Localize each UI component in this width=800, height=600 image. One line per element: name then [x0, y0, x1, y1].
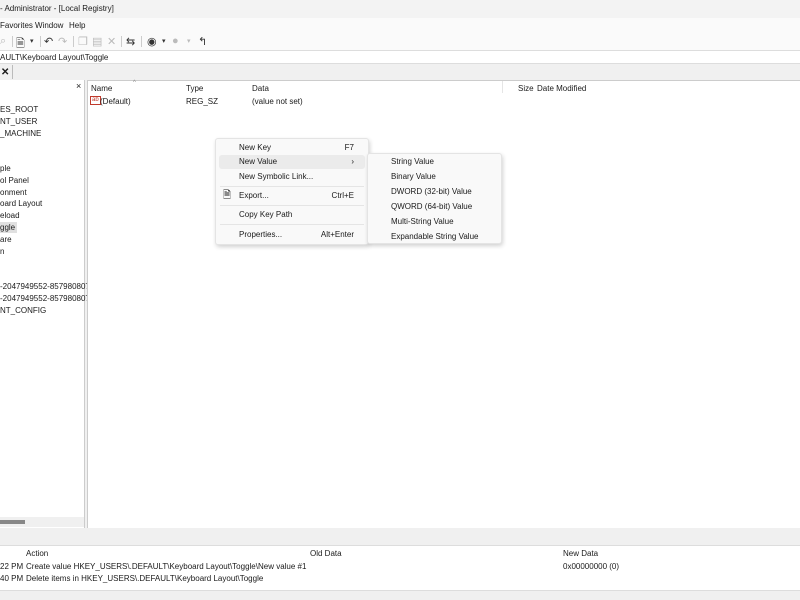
history-row[interactable]: 22 PM Create value HKEY_USERS\.DEFAULT\K…	[0, 561, 800, 573]
tree-item[interactable]: NT_CONFIG	[0, 305, 46, 316]
menu-bar: Favorites Window Help	[0, 18, 800, 33]
tree-item[interactable]: _MACHINE	[0, 128, 41, 139]
chevron-right-icon: ›	[351, 157, 354, 166]
forward-icon[interactable]: ●	[172, 35, 179, 47]
redo-icon[interactable]: ↷	[58, 35, 67, 48]
undo-icon[interactable]: ↶	[44, 35, 53, 48]
menu-label: New Value	[239, 157, 278, 166]
column-header-data[interactable]: Data	[252, 84, 269, 93]
tree-item[interactable]: -2047949552-857980807	[0, 281, 90, 292]
find-icon[interactable]: ⌕	[0, 35, 6, 48]
value-name: (Default)	[100, 97, 131, 106]
history-panel: Action Old Data New Data 22 PM Create va…	[0, 545, 800, 591]
column-header-date-modified[interactable]: Date Modified	[537, 84, 586, 93]
menu-label: Multi-String Value	[391, 217, 454, 226]
menu-favorites[interactable]: Favorites	[0, 21, 33, 30]
new-value-submenu: String Value Binary Value DWORD (32-bit) V…	[367, 153, 502, 244]
menu-label: Binary Value	[391, 172, 436, 181]
submenu-item[interactable]: Multi-String Value	[371, 215, 498, 229]
tree-item[interactable]: ggle	[0, 222, 18, 233]
address-bar[interactable]: AULT\Keyboard Layout\Toggle	[0, 50, 800, 64]
sort-arrow-icon: ^	[133, 80, 136, 86]
toolbar: ⌕ 🗎 ▾ ↶ ↷ ❐ ▤ ✕ ⇆ ◉ ▾ ● ▾ ↰	[0, 33, 800, 50]
title-bar: - Administrator - [Local Registry]	[0, 0, 800, 18]
submenu-item[interactable]: Binary Value	[371, 170, 498, 184]
submenu-item[interactable]: Expandable String Value	[371, 230, 498, 244]
dropdown-arrow-icon[interactable]: ▾	[162, 37, 166, 45]
menu-shortcut: Ctrl+E	[331, 191, 354, 200]
tree-item[interactable]: eload	[0, 210, 20, 221]
tree-item[interactable]: ol Panel	[0, 175, 29, 186]
parent-key-icon[interactable]: ↰	[198, 35, 207, 48]
menu-item-new-key[interactable]: New Key F7	[219, 141, 365, 155]
close-panel-icon[interactable]: ×	[76, 81, 81, 91]
menu-label: DWORD (32-bit) Value	[391, 187, 472, 196]
menu-label: Copy Key Path	[239, 210, 293, 219]
menu-shortcut: F7	[344, 143, 354, 152]
history-time: 40 PM	[0, 574, 24, 583]
menu-label: String Value	[391, 157, 434, 166]
tree-item[interactable]: onment	[0, 187, 27, 198]
tree-item[interactable]: are	[0, 234, 12, 245]
scrollbar-thumb[interactable]	[0, 520, 25, 524]
export-icon: 🗎	[223, 190, 232, 201]
values-list: Name ^ Type Data Size Date Modified ab (…	[87, 80, 800, 528]
history-action: Delete items in HKEY_USERS\.DEFAULT\Keyb…	[26, 574, 264, 583]
menu-label: QWORD (64-bit) Value	[391, 202, 473, 211]
menu-item-new-value[interactable]: New Value ›	[219, 155, 365, 169]
value-type: REG_SZ	[186, 97, 219, 106]
context-menu: New Key F7 New Value › New Symbolic Link..…	[215, 138, 369, 245]
column-header-action[interactable]: Action	[26, 549, 48, 558]
menu-label: New Key	[239, 143, 272, 152]
menu-item-export[interactable]: 🗎 Export... Ctrl+E	[219, 189, 365, 203]
copy-icon[interactable]: ❐	[78, 35, 88, 48]
key-tree-panel: × ES_ROOT NT_USER _MACHINEple ol Panel onmen…	[0, 80, 90, 528]
dropdown-arrow-icon[interactable]: ▾	[187, 37, 191, 45]
dropdown-arrow-icon[interactable]: ▾	[30, 37, 34, 45]
column-header-new-data[interactable]: New Data	[563, 549, 598, 558]
tree-item[interactable]: oard Layout	[0, 198, 42, 209]
horizontal-scrollbar[interactable]	[0, 517, 84, 527]
history-time: 22 PM	[0, 562, 24, 571]
table-row[interactable]: ab (Default) REG_SZ (value not set)	[88, 96, 800, 107]
history-new-data: 0x00000000 (0)	[563, 562, 620, 571]
menu-item-new-symbolic-link[interactable]: New Symbolic Link...	[219, 170, 365, 184]
menu-shortcut: Alt+Enter	[320, 230, 354, 239]
history-row[interactable]: 40 PM Delete items in HKEY_USERS\.DEFAUL…	[0, 573, 800, 585]
tree-item[interactable]: NT_USER	[0, 116, 37, 127]
submenu-item[interactable]: QWORD (64-bit) Value	[371, 200, 498, 214]
delete-icon[interactable]: ✕	[107, 35, 116, 48]
menu-label: Export...	[239, 191, 269, 200]
tree-item[interactable]: ES_ROOT	[0, 104, 38, 115]
tree-item[interactable]: n	[0, 246, 4, 257]
close-tab-icon[interactable]: ✕	[1, 67, 9, 78]
column-header-size[interactable]: Size	[518, 84, 534, 93]
tab-row: ✕	[0, 64, 800, 81]
tree-item[interactable]: -2047949552-857980807	[0, 293, 90, 304]
column-header-old-data[interactable]: Old Data	[310, 549, 342, 558]
menu-item-copy-key-path[interactable]: Copy Key Path	[219, 208, 365, 222]
menu-label: Expandable String Value	[391, 232, 479, 241]
menu-label: Properties...	[239, 230, 283, 239]
refresh-icon[interactable]: ⇆	[126, 35, 135, 48]
menu-item-properties[interactable]: Properties... Alt+Enter	[219, 228, 365, 242]
column-header-type[interactable]: Type	[186, 84, 203, 93]
tree-item[interactable]: ple	[0, 163, 11, 174]
address-path: AULT\Keyboard Layout\Toggle	[0, 53, 109, 62]
submenu-item[interactable]: String Value	[371, 155, 498, 169]
window-title: - Administrator - [Local Registry]	[0, 4, 114, 13]
submenu-item[interactable]: DWORD (32-bit) Value	[371, 185, 498, 199]
history-action: Create value HKEY_USERS\.DEFAULT\Keyboar…	[26, 562, 307, 571]
paste-icon[interactable]: ▤	[92, 35, 102, 48]
back-icon[interactable]: ◉	[147, 35, 157, 48]
menu-label: New Symbolic Link...	[239, 172, 314, 181]
column-header-name[interactable]: Name	[91, 84, 112, 93]
menu-window[interactable]: Window	[35, 21, 63, 30]
value-data: (value not set)	[252, 97, 303, 106]
menu-help[interactable]: Help	[69, 21, 85, 30]
